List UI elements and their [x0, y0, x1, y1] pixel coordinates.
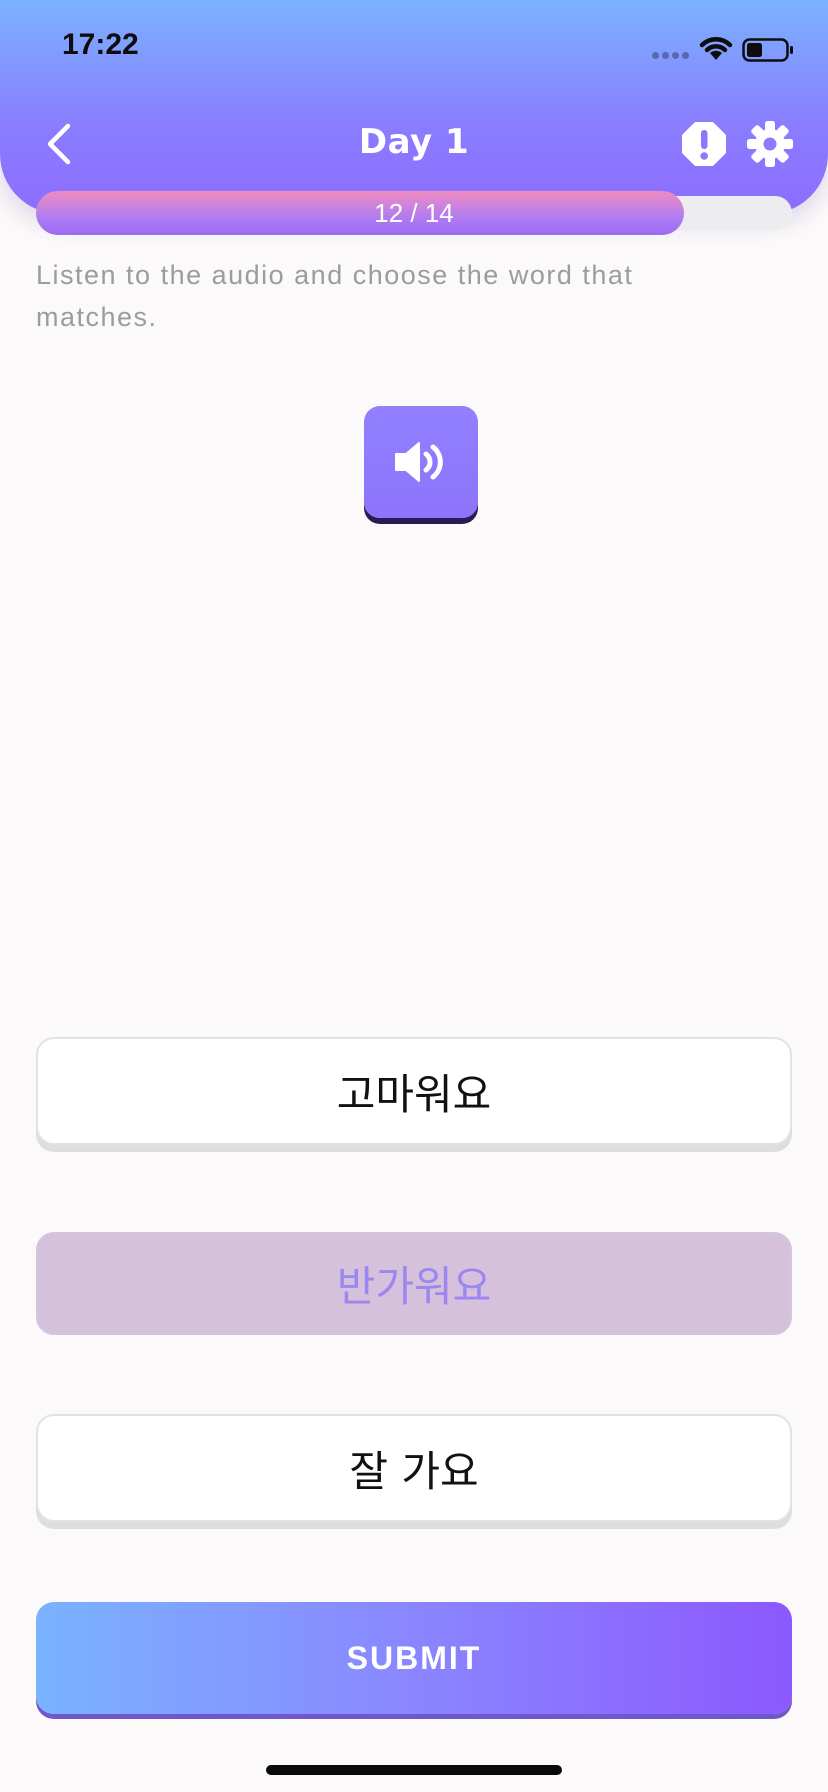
battery-icon — [742, 38, 793, 62]
answer-option-2[interactable]: 반가워요 — [36, 1232, 792, 1335]
progress-label: 12 / 14 — [374, 198, 454, 228]
answer-option-3[interactable]: 잘 가요 — [36, 1414, 792, 1522]
back-button[interactable] — [36, 118, 82, 170]
gear-icon[interactable] — [746, 120, 794, 168]
instruction-text: Listen to the audio and choose the word … — [36, 260, 634, 332]
cellular-signal-icon — [652, 52, 689, 59]
home-indicator — [266, 1765, 562, 1775]
progress-bar: 12 / 14 — [36, 191, 792, 235]
submit-button[interactable]: SUBMIT — [36, 1602, 792, 1714]
header: 17:22 Day 1 — [0, 0, 828, 214]
page-title: Day 1 — [358, 122, 470, 162]
answer-option-1[interactable]: 고마워요 — [36, 1037, 792, 1145]
status-time: 17:22 — [62, 28, 139, 61]
play-audio-button[interactable] — [364, 406, 478, 518]
alert-octagon-icon[interactable] — [680, 120, 728, 168]
wifi-icon — [699, 37, 733, 60]
speaker-volume-icon — [395, 442, 443, 482]
chevron-left-icon — [47, 123, 71, 165]
